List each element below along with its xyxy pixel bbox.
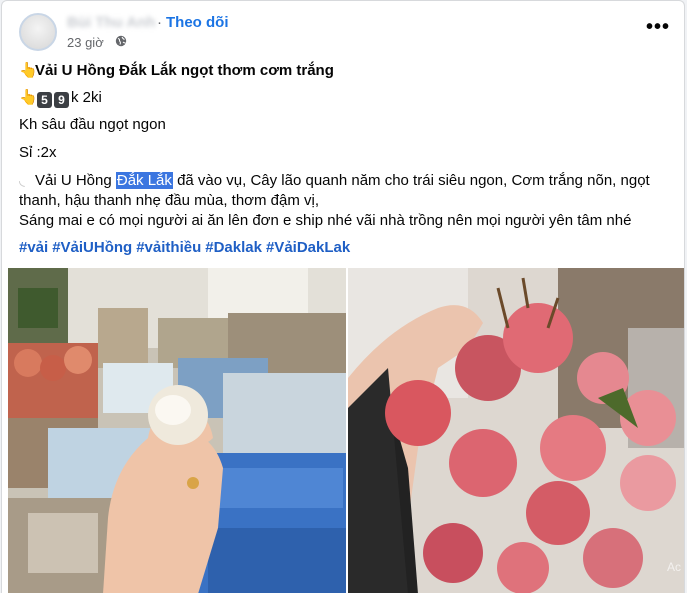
author-avatar[interactable]	[19, 13, 57, 51]
post-title: Vải U Hồng Đắk Lắk ngọt thơm cơm trắng	[35, 62, 334, 79]
text-line: Kh sâu đầu ngọt ngon	[19, 116, 166, 133]
text-span: đã vào vụ, Cây lão quanh năm cho trái si…	[172, 172, 650, 189]
post-timestamp[interactable]: 23 giờ	[67, 35, 104, 50]
post-header: Bùi Thu Anh · Theo dõi 23 giờ •••	[17, 11, 677, 57]
selected-text[interactable]: Đắk Lắk	[115, 172, 173, 189]
hashtag-link[interactable]: #Daklak	[205, 239, 262, 256]
text-line: Sỉ :2x	[19, 144, 57, 161]
post-photo-right[interactable]: Ac	[348, 268, 684, 593]
keycap-digit: 5	[37, 92, 52, 108]
pointing-hand-icon: 👆	[19, 62, 38, 79]
pointing-hand-icon: 👆	[19, 89, 38, 106]
hashtag-link[interactable]: #vải	[19, 239, 48, 256]
price-text: k 2ki	[71, 89, 102, 106]
moon-icon: ◟	[19, 172, 25, 189]
hashtag-link[interactable]: #VảiUHồng	[52, 239, 132, 256]
keycap-digit: 9	[54, 92, 69, 108]
text-span: Vải U Hồng	[35, 172, 116, 189]
globe-icon	[115, 35, 127, 47]
post-title-line: 👆Vải U Hồng Đắk Lắk ngọt thơm cơm trắng	[19, 61, 334, 81]
author-name[interactable]: Bùi Thu Anh	[67, 14, 156, 31]
hashtags: #vải #VảiUHồng #vảithiều #Daklak #VảiDakLak	[19, 238, 354, 258]
text-line: ◟ Vải U Hồng Đắk Lắk đã vào vụ, Cây lão q…	[19, 171, 650, 191]
follow-button[interactable]: Theo dõi	[166, 14, 229, 31]
post-card: Bùi Thu Anh · Theo dõi 23 giờ ••• 👆Vải U…	[1, 0, 685, 593]
price-line: 👆 5 9 k 2ki	[19, 88, 102, 108]
post-photo-left[interactable]	[8, 268, 346, 593]
text-line: thanh, hậu thanh nhẹ đầu mùa, thơm đậm v…	[19, 192, 320, 209]
watermark-text: Ac	[666, 560, 681, 574]
text-line: Sáng mai e có mọi người ai ăn lên đơn e …	[19, 212, 632, 229]
more-horizontal-icon[interactable]: •••	[642, 17, 674, 44]
hashtag-link[interactable]: #VảiDakLak	[266, 239, 350, 256]
separator-dot: ·	[157, 14, 162, 31]
hashtag-link[interactable]: #vảithiều	[136, 239, 201, 256]
